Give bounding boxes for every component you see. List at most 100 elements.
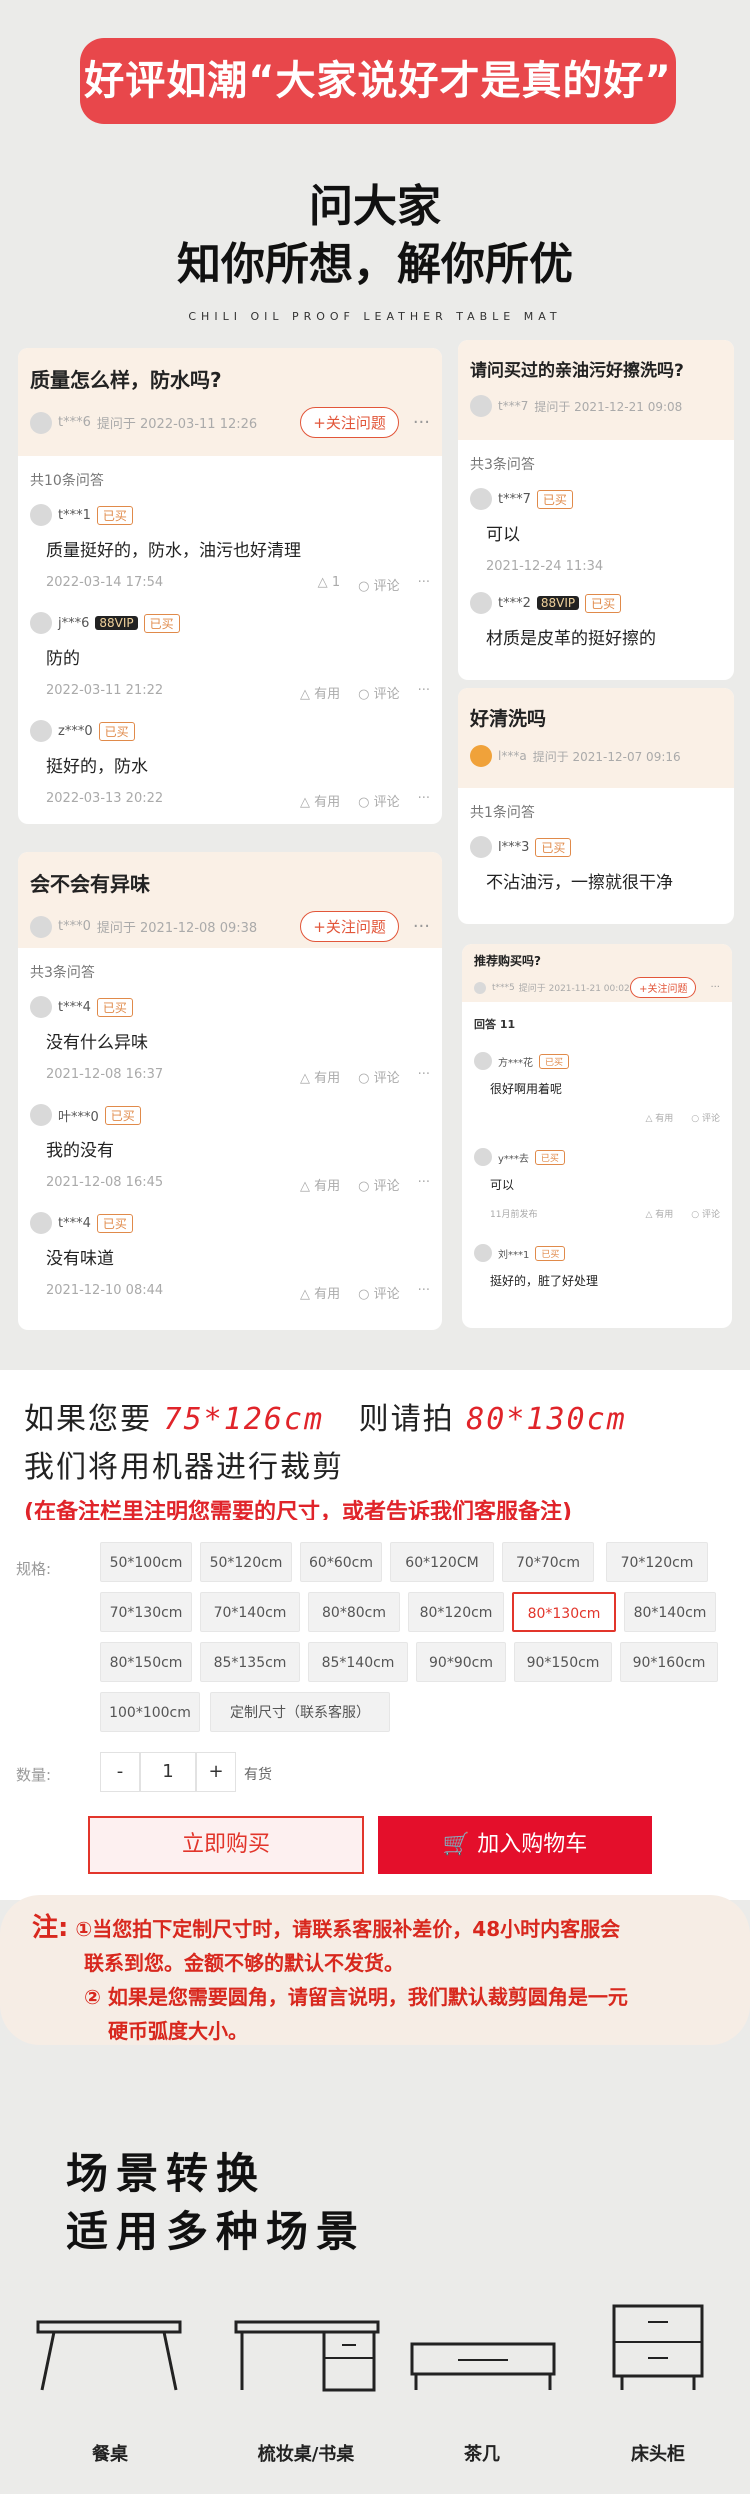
comment-button[interactable]: ○ 评论 — [691, 1111, 720, 1124]
like-button[interactable]: △ 有用 — [300, 683, 340, 702]
spec-option[interactable]: 100*100cm — [100, 1692, 200, 1732]
like-button[interactable]: △ 有用 — [300, 791, 340, 810]
scene-section: 场景转换 适用多种场景 餐桌 梳妆桌/书桌 茶几 床头柜 — [0, 2080, 750, 2494]
more-icon[interactable]: ··· — [418, 683, 430, 702]
more-icon[interactable]: ··· — [418, 1175, 430, 1194]
bought-badge: 已买 — [98, 721, 135, 741]
add-to-cart-button[interactable]: 🛒 加入购物车 — [378, 1816, 652, 1874]
answer-date: 2022-03-11 21:22 — [46, 683, 164, 698]
qa-card: 好清洗吗 l***a 提问于 2021-12-07 09:16 共1条问答 l*… — [458, 688, 734, 924]
spec-option[interactable]: 70*120cm — [606, 1542, 708, 1582]
question-user: t***7 — [498, 399, 529, 413]
note-line4: 硬币弧度大小。 — [108, 2019, 248, 2043]
comment-button[interactable]: ○ 评论 — [358, 1175, 400, 1194]
qty-input[interactable]: 1 — [140, 1752, 196, 1792]
bought-badge: 已买 — [96, 997, 133, 1017]
spec-option-custom[interactable]: 定制尺寸（联系客服） — [210, 1692, 390, 1732]
more-icon[interactable]: ··· — [418, 791, 430, 810]
bought-badge: 已买 — [143, 613, 180, 633]
answer-date: 2021-12-08 16:37 — [46, 1067, 164, 1082]
answer-item: 方***花 已买 很好啊用着呢 △ 有用 ○ 评论 — [462, 1038, 732, 1134]
vip-badge: 88VIP — [95, 616, 138, 630]
size-mid: 则请拍 — [358, 1402, 455, 1437]
add-to-cart-label: 加入购物车 — [477, 1832, 588, 1857]
more-icon[interactable]: ··· — [413, 412, 430, 433]
spec-option[interactable]: 80*150cm — [100, 1642, 192, 1682]
comment-button[interactable]: ○ 评论 — [358, 791, 400, 810]
spec-option[interactable]: 85*135cm — [200, 1642, 300, 1682]
avatar — [30, 720, 52, 742]
like-button[interactable]: △ 有用 — [645, 1207, 673, 1220]
answer-text: 我的没有 — [46, 1141, 114, 1161]
question-date: 提问于 2021-12-08 09:38 — [96, 921, 258, 936]
follow-question-button[interactable]: +关注问题 — [630, 977, 697, 998]
bought-badge: 已买 — [534, 1149, 565, 1165]
spec-option[interactable]: 70*140cm — [200, 1592, 300, 1632]
follow-question-button[interactable]: +关注问题 — [300, 911, 399, 942]
spec-option[interactable]: 70*70cm — [502, 1542, 594, 1582]
bought-badge: 已买 — [535, 837, 572, 857]
spec-option[interactable]: 50*100cm — [100, 1542, 192, 1582]
spec-option[interactable]: 85*140cm — [308, 1642, 408, 1682]
desk-icon — [234, 2320, 380, 2392]
avatar — [470, 836, 492, 858]
question-date: 提问于 2021-11-21 00:02 — [518, 984, 630, 994]
heading-line2: 知你所想，解你所优 — [177, 239, 573, 290]
comment-button[interactable]: ○ 评论 — [358, 1283, 400, 1302]
answer-text: 不沾油污，一擦就很干净 — [486, 873, 673, 893]
answer-item: l***3 已买 不沾油污，一擦就很干净 — [458, 828, 734, 897]
comment-button[interactable]: ○ 评论 — [358, 575, 400, 594]
like-button[interactable]: △ 有用 — [300, 1283, 340, 1302]
answer-count: 共3条问答 — [30, 965, 95, 981]
cart-icon: 🛒 — [442, 1832, 471, 1857]
size-line2: 我们将用机器进行裁剪 — [24, 1450, 344, 1485]
qty-minus-button[interactable]: - — [100, 1752, 140, 1792]
heading-line1: 问大家 — [309, 181, 441, 232]
answer-text: 挺好的，脏了好处理 — [490, 1274, 599, 1288]
answer-user: 刘***1 — [498, 1249, 530, 1261]
bought-badge: 已买 — [536, 489, 573, 509]
comment-button[interactable]: ○ 评论 — [358, 683, 400, 702]
answer-count: 共10条问答 — [30, 473, 104, 489]
note-line1: ①当您拍下定制尺寸时，请联系客服补差价，48小时内客服会 — [75, 1917, 621, 1941]
more-icon[interactable]: ··· — [418, 1067, 430, 1086]
question-date: 提问于 2022-03-11 12:26 — [96, 417, 258, 432]
like-button[interactable]: △ 有用 — [300, 1067, 340, 1086]
answer-date: 2021-12-24 11:34 — [486, 559, 604, 574]
more-icon[interactable]: ··· — [710, 982, 720, 993]
avatar — [30, 1104, 52, 1126]
spec-option[interactable]: 80*140cm — [624, 1592, 716, 1632]
more-icon[interactable]: ··· — [418, 1283, 430, 1302]
answer-date: 11月前发布 — [490, 1210, 538, 1220]
spec-option-selected[interactable]: 80*130cm — [512, 1592, 616, 1632]
more-icon[interactable]: ··· — [418, 575, 430, 594]
size-note: 如果您要 75*126cm 则请拍 80*130cm 我们将用机器进行裁剪 (在… — [0, 1370, 750, 1525]
answer-item: z***0 已买 挺好的，防水 2022-03-13 20:22 △ 有用 ○ 评论… — [18, 712, 442, 820]
spec-option[interactable]: 70*130cm — [100, 1592, 192, 1632]
comment-button[interactable]: ○ 评论 — [691, 1207, 720, 1220]
spec-option[interactable]: 90*150cm — [514, 1642, 612, 1682]
like-button[interactable]: △ 1 — [318, 575, 340, 594]
coffee-table-icon — [410, 2342, 556, 2390]
answer-user: j***6 — [58, 615, 90, 631]
like-button[interactable]: △ 有用 — [645, 1111, 673, 1124]
spec-option[interactable]: 80*120cm — [408, 1592, 504, 1632]
avatar — [470, 592, 492, 614]
spec-option[interactable]: 90*90cm — [416, 1642, 506, 1682]
qty-plus-button[interactable]: + — [196, 1752, 236, 1792]
answer-item: t***2 88VIP 已买 材质是皮革的挺好擦的 — [458, 584, 734, 653]
follow-question-button[interactable]: +关注问题 — [300, 407, 399, 438]
answer-item: 刘***1 已买 挺好的，脏了好处理 — [462, 1230, 732, 1293]
size-prefix: 如果您要 — [24, 1402, 152, 1437]
buy-now-button[interactable]: 立即购买 — [88, 1816, 364, 1874]
comment-button[interactable]: ○ 评论 — [358, 1067, 400, 1086]
spec-option[interactable]: 90*160cm — [620, 1642, 718, 1682]
spec-option[interactable]: 60*120CM — [390, 1542, 494, 1582]
spec-option[interactable]: 50*120cm — [200, 1542, 292, 1582]
more-icon[interactable]: ··· — [413, 916, 430, 937]
like-button[interactable]: △ 有用 — [300, 1175, 340, 1194]
note-line2: 联系到您。金额不够的默认不发货。 — [84, 1951, 404, 1975]
size-b: 80*130cm — [466, 1402, 627, 1437]
spec-option[interactable]: 80*80cm — [308, 1592, 400, 1632]
spec-option[interactable]: 60*60cm — [300, 1542, 382, 1582]
